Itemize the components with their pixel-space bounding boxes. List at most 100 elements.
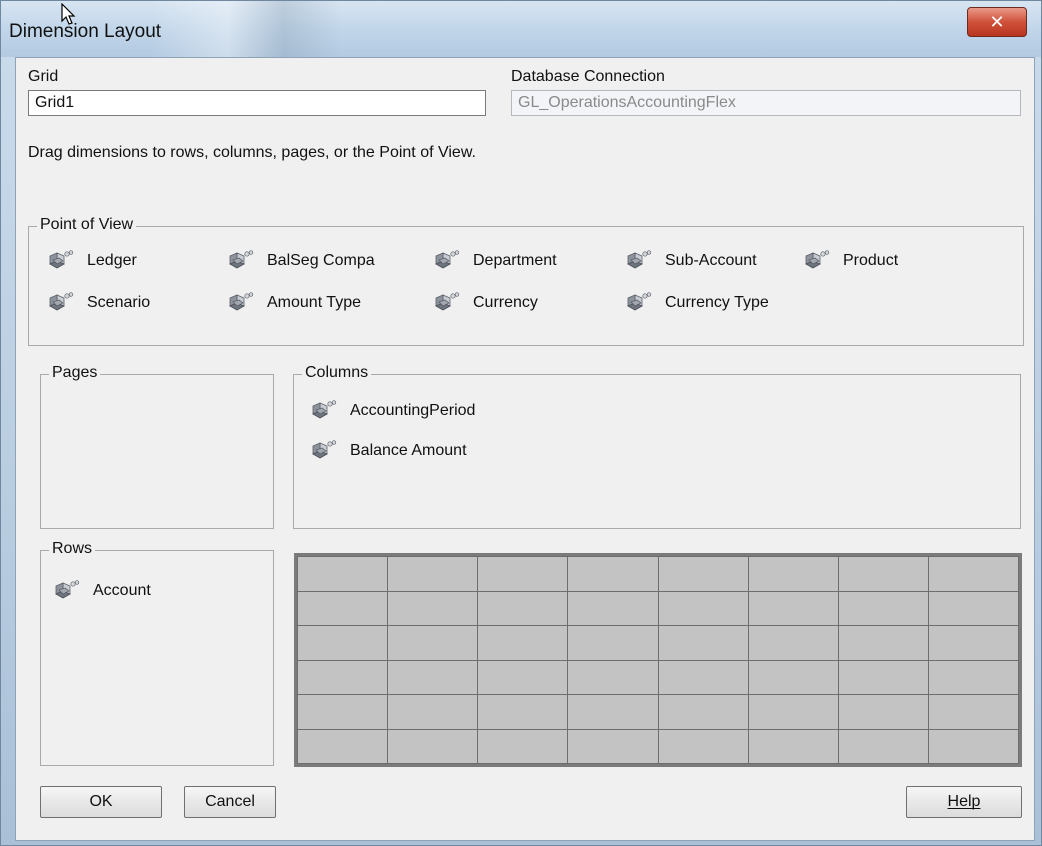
dimension-layout-dialog: Dimension Layout ✕ Grid Grid1 Database C… [0, 0, 1042, 846]
grid-preview-cell [747, 694, 839, 730]
columns-group[interactable]: Columns AccountingPeriod Balance Amount [293, 364, 1021, 529]
grid-preview-cell [837, 659, 929, 695]
grid-preview-cell [567, 590, 659, 626]
grid-preview-cell [387, 590, 479, 626]
grid-preview-cell [567, 728, 659, 764]
pages-title: Pages [49, 364, 101, 382]
grid-name-input[interactable]: Grid1 [28, 90, 486, 116]
grid-preview-row [296, 625, 1020, 661]
grid-preview-row [296, 694, 1020, 730]
pages-group[interactable]: Pages [40, 364, 274, 529]
pov-item-currency[interactable]: Currency [435, 291, 538, 315]
grid-preview-cell [837, 590, 929, 626]
grid-preview-cell [477, 556, 569, 592]
row-item-label: Account [93, 582, 151, 599]
instructions-text: Drag dimensions to rows, columns, pages,… [28, 144, 476, 161]
pov-item-balseg[interactable]: BalSeg Compa [229, 249, 375, 273]
pov-item-product[interactable]: Product [805, 249, 898, 273]
grid-preview-cell [927, 659, 1020, 695]
database-connection-field: GL_OperationsAccountingFlex [511, 90, 1021, 116]
grid-preview-cell [657, 590, 749, 626]
pov-item-scenario[interactable]: Scenario [49, 291, 150, 315]
grid-preview-cell [387, 659, 479, 695]
pov-item-label: Product [843, 252, 899, 269]
dimension-cube-icon [312, 439, 338, 463]
pov-item-label: BalSeg Compa [267, 252, 375, 269]
ok-button[interactable]: OK [40, 786, 162, 818]
grid-preview-cell [747, 625, 839, 661]
pov-item-label: Currency Type [665, 294, 769, 311]
column-item-accounting-period[interactable]: AccountingPeriod [312, 399, 475, 423]
dimension-cube-icon [55, 579, 81, 603]
grid-preview-cell [657, 728, 749, 764]
dimension-cube-icon [229, 291, 255, 315]
grid-preview-row [296, 728, 1020, 764]
grid-preview-cell [927, 694, 1020, 730]
grid-preview-cell [657, 625, 749, 661]
database-connection-label: Database Connection [511, 68, 665, 85]
grid-preview-cell [477, 728, 569, 764]
grid-preview-cell [657, 556, 749, 592]
dimension-cube-icon [435, 291, 461, 315]
grid-preview-cell [927, 625, 1020, 661]
grid-preview [294, 553, 1022, 767]
dimension-cube-icon [229, 249, 255, 273]
grid-preview-cell [657, 694, 749, 730]
pov-item-currency-type[interactable]: Currency Type [627, 291, 769, 315]
grid-preview-cell [477, 625, 569, 661]
pov-item-label: Department [473, 252, 557, 269]
grid-preview-cell [837, 694, 929, 730]
grid-preview-cell [296, 659, 389, 695]
grid-preview-cell [927, 556, 1020, 592]
grid-preview-cell [567, 625, 659, 661]
dimension-cube-icon [312, 399, 338, 423]
dimension-cube-icon [627, 249, 653, 273]
grid-preview-cell [387, 728, 479, 764]
pov-item-amount-type[interactable]: Amount Type [229, 291, 361, 315]
grid-label: Grid [28, 68, 59, 85]
grid-preview-cell [296, 694, 389, 730]
grid-preview-cell [927, 728, 1020, 764]
close-icon: ✕ [989, 11, 1005, 33]
grid-preview-cell [837, 728, 929, 764]
row-item-account[interactable]: Account [55, 579, 151, 603]
pov-item-label: Ledger [87, 252, 137, 269]
help-button[interactable]: Help [906, 786, 1022, 818]
pov-item-department[interactable]: Department [435, 249, 557, 273]
grid-preview-cell [567, 659, 659, 695]
pov-item-ledger[interactable]: Ledger [49, 249, 137, 273]
grid-preview-cell [387, 556, 479, 592]
grid-preview-cell [747, 659, 839, 695]
grid-preview-cell [296, 625, 389, 661]
pov-item-label: Scenario [87, 294, 151, 311]
pov-item-sub-account[interactable]: Sub-Account [627, 249, 757, 273]
grid-preview-cell [477, 659, 569, 695]
rows-group[interactable]: Rows Account [40, 540, 274, 766]
cancel-button[interactable]: Cancel [184, 786, 276, 818]
rows-title: Rows [49, 540, 96, 558]
grid-preview-cell [567, 694, 659, 730]
column-item-balance-amount[interactable]: Balance Amount [312, 439, 467, 463]
window-title: Dimension Layout [9, 21, 162, 42]
grid-preview-cell [477, 694, 569, 730]
grid-preview-cell [747, 590, 839, 626]
grid-preview-cell [927, 590, 1020, 626]
grid-preview-row [296, 590, 1020, 626]
grid-preview-cell [387, 694, 479, 730]
point-of-view-title: Point of View [37, 216, 137, 234]
title-bar[interactable]: Dimension Layout ✕ [1, 1, 1041, 57]
grid-preview-cell [477, 590, 569, 626]
grid-preview-cell [747, 728, 839, 764]
close-button[interactable]: ✕ [967, 7, 1027, 37]
grid-preview-cell [657, 659, 749, 695]
dimension-cube-icon [49, 249, 75, 273]
column-item-label: Balance Amount [350, 442, 467, 459]
grid-preview-table [296, 556, 1020, 764]
point-of-view-group[interactable]: Point of View Ledger BalSeg Compa Depart… [28, 216, 1024, 346]
dialog-body: Grid Grid1 Database Connection GL_Operat… [15, 57, 1035, 841]
dimension-cube-icon [435, 249, 461, 273]
grid-preview-cell [387, 625, 479, 661]
grid-preview-cell [567, 556, 659, 592]
pov-item-label: Sub-Account [665, 252, 757, 269]
pov-item-label: Currency [473, 294, 538, 311]
